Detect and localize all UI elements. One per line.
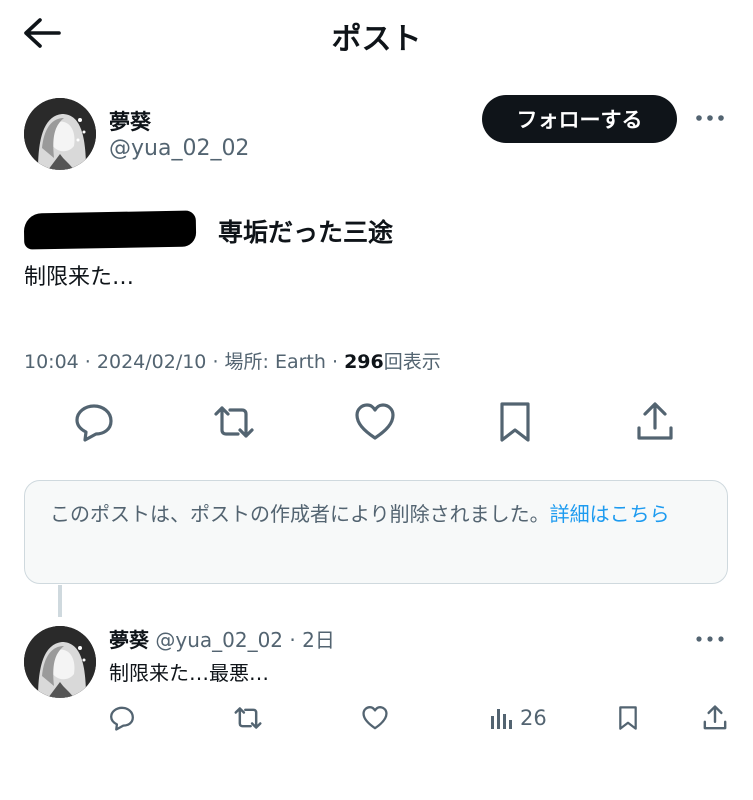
reply-time[interactable]: 2日	[302, 628, 335, 652]
reply-share-icon[interactable]	[701, 702, 729, 734]
reply-author-avatar[interactable]	[24, 626, 96, 698]
post-date[interactable]: 2024/02/10	[97, 351, 207, 373]
reply-more-options-icon[interactable]	[694, 629, 726, 649]
share-icon[interactable]	[633, 400, 677, 444]
learn-more-link[interactable]: 詳細はこちら	[550, 502, 670, 526]
reply-like-heart-icon[interactable]	[361, 702, 389, 734]
post-text-line2: 制限来た…	[24, 265, 135, 290]
page-title: ポスト	[331, 22, 422, 57]
thread-connector	[58, 585, 62, 617]
reply-reply-icon[interactable]	[108, 702, 136, 734]
author-avatar[interactable]	[24, 98, 96, 170]
more-options-icon[interactable]	[694, 108, 726, 128]
views-count: 296	[344, 351, 384, 373]
author-name[interactable]: 夢葵	[109, 106, 151, 136]
reply-views-count: 26	[520, 706, 547, 730]
post-text-line1: 専垢だった三途	[218, 218, 394, 247]
bookmark-icon[interactable]	[493, 400, 537, 444]
deleted-post-notice: このポストは、ポストの作成者により削除されました。詳細はこちら	[24, 480, 728, 584]
repost-icon[interactable]	[212, 400, 256, 444]
deleted-notice-text: このポストは、ポストの作成者により削除されました。	[50, 502, 550, 526]
views-chart-icon	[490, 706, 512, 730]
reply-views-stat[interactable]: 26	[490, 702, 547, 734]
reply-header: 夢葵 @yua_02_02 · 2日	[109, 628, 335, 652]
reply-icon[interactable]	[72, 400, 116, 444]
reply-repost-icon[interactable]	[233, 702, 263, 734]
reply-author-handle[interactable]: @yua_02_02	[155, 628, 283, 652]
author-handle[interactable]: @yua_02_02	[109, 136, 249, 161]
post-place: 場所: Earth	[224, 351, 326, 373]
like-heart-icon[interactable]	[353, 400, 397, 444]
post-time[interactable]: 10:04	[24, 351, 79, 373]
follow-button[interactable]: フォローする	[482, 95, 677, 143]
views-label: 回表示	[383, 351, 441, 373]
redaction-mark	[23, 210, 197, 250]
post-meta: 10:04 · 2024/02/10 · 場所: Earth · 296回表示	[24, 351, 441, 373]
reply-text: 制限来た…最悪…	[109, 661, 269, 685]
reply-author-name[interactable]: 夢葵	[109, 628, 149, 652]
reply-bookmark-icon[interactable]	[615, 702, 641, 734]
